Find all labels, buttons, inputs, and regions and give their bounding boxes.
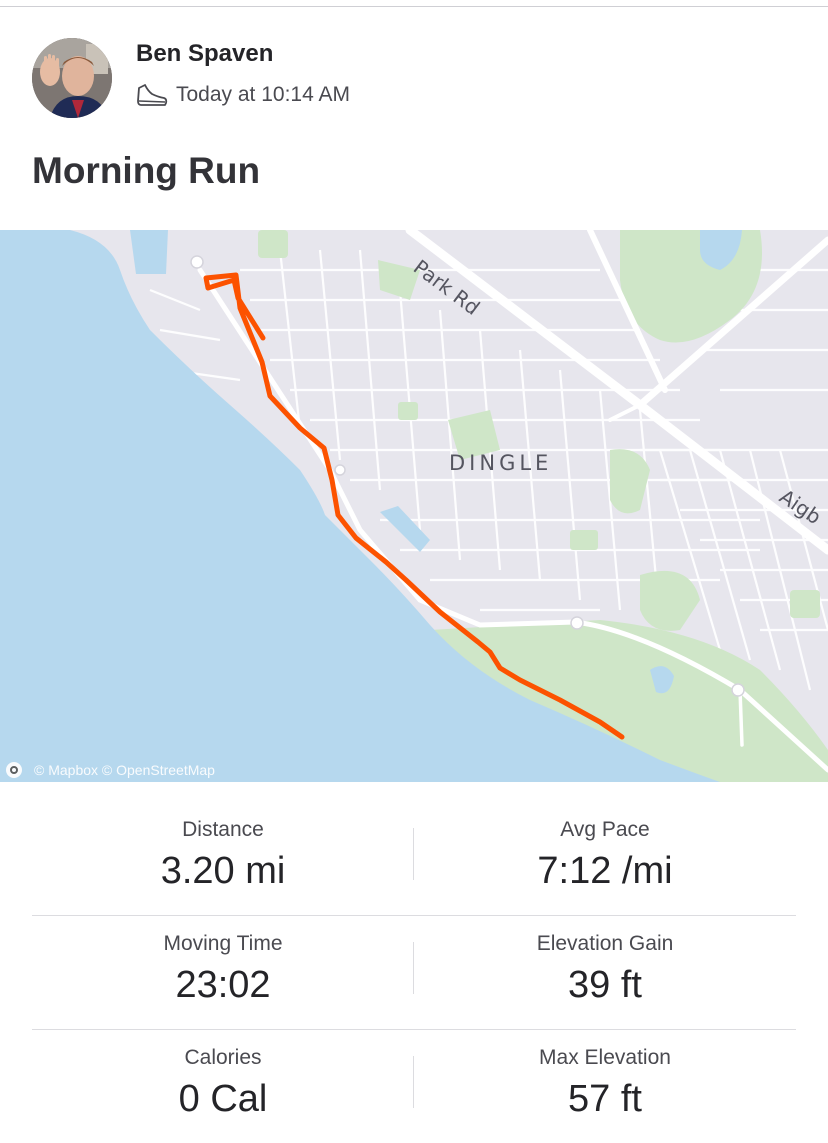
top-divider (0, 6, 828, 7)
stat-moving-time: Moving Time 23:02 (32, 930, 414, 1008)
stat-value: 7:12 /mi (537, 850, 673, 892)
stat-label: Distance (182, 818, 264, 841)
stat-elevation-gain: Elevation Gain 39 ft (414, 930, 796, 1008)
map-canvas: Park Rd DINGLE Aigb (0, 230, 828, 782)
athlete-name[interactable]: Ben Spaven (136, 40, 273, 68)
stat-row: Calories 0 Cal Max Elevation 57 ft (32, 1030, 796, 1143)
stat-value: 39 ft (568, 964, 642, 1006)
stat-avg-pace: Avg Pace 7:12 /mi (414, 816, 796, 894)
stat-value: 0 Cal (178, 1078, 268, 1120)
activity-stats: Distance 3.20 mi Avg Pace 7:12 /mi Movin… (32, 802, 796, 1143)
stat-label: Moving Time (163, 932, 283, 955)
attribution-text[interactable]: © Mapbox © OpenStreetMap (34, 762, 215, 778)
activity-header: Ben Spaven Today at 10:14 AM (32, 38, 796, 120)
stat-label: Max Elevation (539, 1046, 671, 1069)
avatar[interactable] (32, 38, 112, 118)
map-attribution[interactable]: © Mapbox © OpenStreetMap (6, 762, 215, 778)
activity-timestamp: Today at 10:14 AM (176, 83, 350, 106)
stat-max-elevation: Max Elevation 57 ft (414, 1044, 796, 1122)
activity-meta: Today at 10:14 AM (136, 80, 350, 110)
activity-title[interactable]: Morning Run (32, 150, 260, 192)
stat-label: Avg Pace (560, 818, 650, 841)
stat-label: Elevation Gain (536, 932, 674, 955)
stat-row: Moving Time 23:02 Elevation Gain 39 ft (32, 916, 796, 1030)
stat-value: 3.20 mi (160, 850, 286, 892)
stat-row: Distance 3.20 mi Avg Pace 7:12 /mi (32, 802, 796, 916)
stat-calories: Calories 0 Cal (32, 1044, 414, 1122)
shoe-icon (137, 84, 168, 106)
dingle-label: DINGLE (449, 451, 552, 475)
avatar-image (32, 38, 112, 118)
stat-value: 23:02 (175, 964, 271, 1006)
route-map[interactable]: Park Rd DINGLE Aigb © Mapbox © OpenStree… (0, 230, 828, 782)
stat-value: 57 ft (568, 1078, 642, 1120)
mapbox-logo-icon[interactable] (6, 762, 22, 778)
stat-label: Calories (184, 1046, 262, 1069)
stat-distance: Distance 3.20 mi (32, 816, 414, 894)
